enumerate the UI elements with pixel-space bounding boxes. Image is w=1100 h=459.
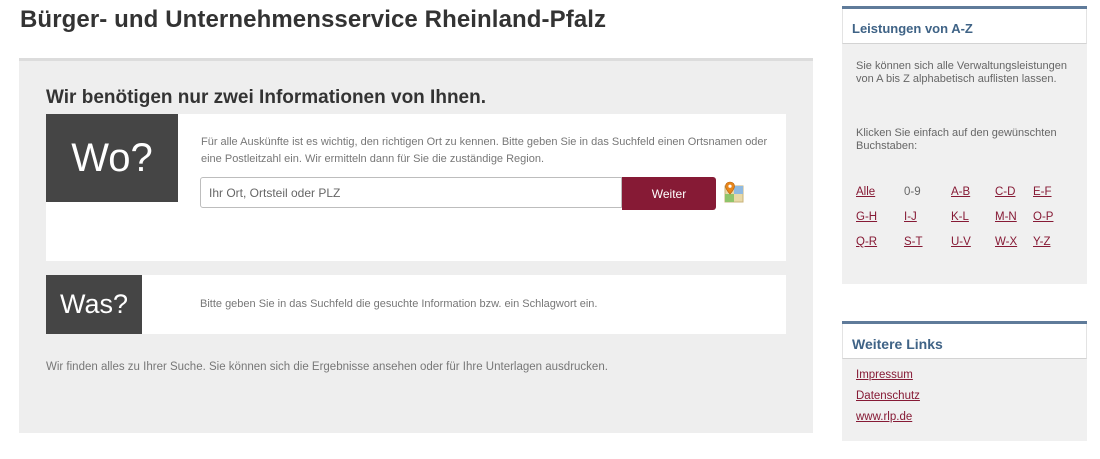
what-box: Was? Bitte geben Sie in das Suchfeld die… (46, 275, 786, 334)
az-link-u-v[interactable]: U-V (951, 234, 995, 250)
links-list: Impressum Datenschutz www.rlp.de (856, 369, 920, 432)
link-impressum[interactable]: Impressum (856, 369, 920, 381)
az-instruction-text: Klicken Sie einfach auf den gewünschten … (856, 127, 1057, 152)
wo-label: Wo? (46, 114, 178, 202)
az-link-alle[interactable]: Alle (856, 184, 904, 200)
az-link-m-n[interactable]: M-N (995, 209, 1033, 225)
intro-heading: Wir benötigen nur zwei Informationen von… (46, 87, 486, 108)
az-link-k-l[interactable]: K-L (951, 209, 995, 225)
az-intro-text: Sie können sich alle Verwaltungsleistung… (856, 60, 1067, 85)
az-panel: Leistungen von A-Z Sie können sich alle … (842, 6, 1087, 284)
location-box: Wo? Für alle Auskünfte ist es wichtig, d… (46, 114, 786, 261)
link-datenschutz[interactable]: Datenschutz (856, 390, 920, 402)
links-panel-title: Weitere Links (842, 324, 1087, 359)
az-letter-grid: Alle 0-9 A-B C-D E-F G-H I-J K-L M-N O-P… (856, 184, 1076, 250)
what-description: Bitte geben Sie in das Suchfeld die gesu… (200, 298, 598, 310)
main-panel: Wir benötigen nur zwei Informationen von… (19, 58, 813, 433)
az-link-a-b[interactable]: A-B (951, 184, 995, 200)
az-link-w-x[interactable]: W-X (995, 234, 1033, 250)
weiter-button[interactable]: Weiter (622, 177, 716, 210)
was-label: Was? (46, 275, 142, 334)
map-marker-icon[interactable] (724, 181, 744, 203)
page-title: Bürger- und Unternehmensservice Rheinlan… (20, 6, 607, 33)
az-link-o-p[interactable]: O-P (1033, 209, 1073, 225)
az-link-e-f[interactable]: E-F (1033, 184, 1073, 200)
az-link-c-d[interactable]: C-D (995, 184, 1033, 200)
location-search-row: Weiter (200, 177, 760, 210)
az-link-s-t[interactable]: S-T (904, 234, 951, 250)
az-link-q-r[interactable]: Q-R (856, 234, 904, 250)
links-panel: Weitere Links Impressum Datenschutz www.… (842, 321, 1087, 441)
az-link-i-j[interactable]: I-J (904, 209, 951, 225)
location-search-input[interactable] (200, 177, 622, 208)
az-link-y-z[interactable]: Y-Z (1033, 234, 1073, 250)
link-rlp[interactable]: www.rlp.de (856, 411, 920, 423)
az-panel-title: Leistungen von A-Z (842, 9, 1087, 44)
az-item-0-9: 0-9 (904, 186, 921, 198)
footer-text: Wir finden alles zu Ihrer Suche. Sie kön… (46, 361, 608, 373)
location-description: Für alle Auskünfte ist es wichtig, den r… (201, 136, 768, 165)
az-link-g-h[interactable]: G-H (856, 209, 904, 225)
